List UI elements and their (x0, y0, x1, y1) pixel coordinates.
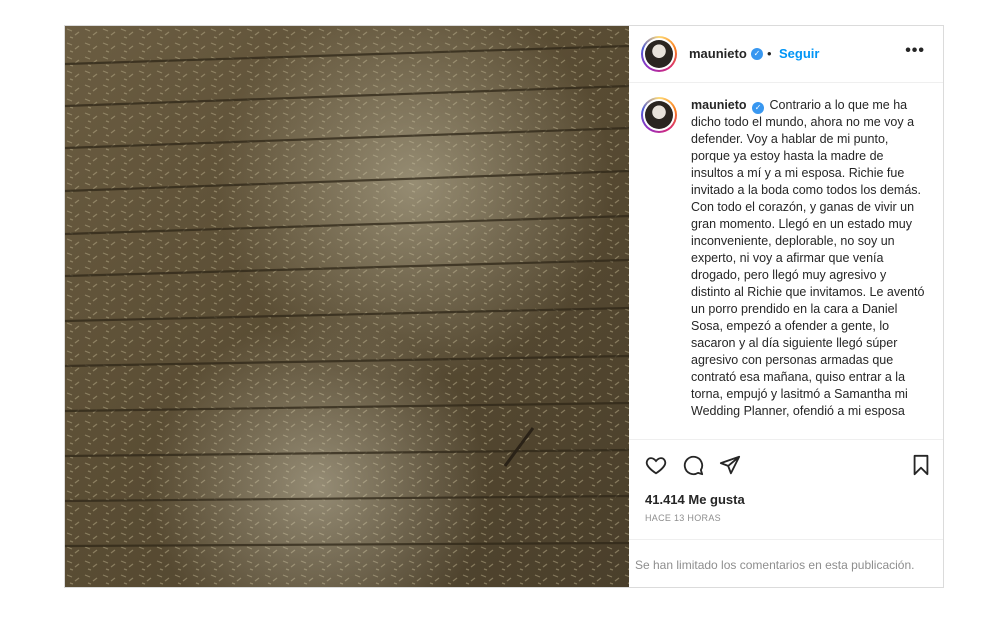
header-separator: • (767, 46, 772, 61)
likes-count[interactable]: 41.414 Me gusta (645, 492, 745, 507)
verified-badge-icon: ✓ (751, 48, 763, 60)
caption-avatar[interactable] (641, 97, 677, 133)
caption-verified-badge-icon: ✓ (752, 102, 765, 114)
avatar[interactable] (641, 36, 677, 72)
comments-limited-text: Se han limitado los comentarios en esta … (635, 558, 915, 572)
caption-text: Contrario a lo que me ha dicho todo el m… (691, 98, 925, 418)
follow-button[interactable]: Seguir (779, 46, 819, 61)
wet-wooden-deck-image (65, 26, 629, 587)
comment-bubble-icon[interactable] (682, 454, 704, 481)
heart-icon[interactable] (645, 454, 667, 481)
caption-username[interactable]: maunieto (691, 98, 747, 112)
instagram-post: maunieto ✓ • Seguir ••• maunieto ✓ Contr… (64, 25, 944, 588)
caption-area[interactable]: maunieto ✓ Contrario a lo que me ha dich… (629, 83, 943, 439)
comments-limited-notice: Se han limitado los comentarios en esta … (629, 539, 943, 587)
header-username[interactable]: maunieto (689, 46, 747, 61)
post-header: maunieto ✓ • Seguir ••• (629, 26, 943, 83)
post-timestamp[interactable]: HACE 13 HORAS (645, 513, 721, 523)
post-sidebar: maunieto ✓ • Seguir ••• maunieto ✓ Contr… (629, 26, 943, 587)
caption: maunieto ✓ Contrario a lo que me ha dich… (691, 97, 927, 420)
bookmark-icon[interactable] (911, 454, 931, 481)
paper-plane-icon[interactable] (719, 454, 741, 481)
post-photo[interactable] (65, 26, 629, 587)
more-options-button[interactable]: ••• (905, 43, 925, 59)
